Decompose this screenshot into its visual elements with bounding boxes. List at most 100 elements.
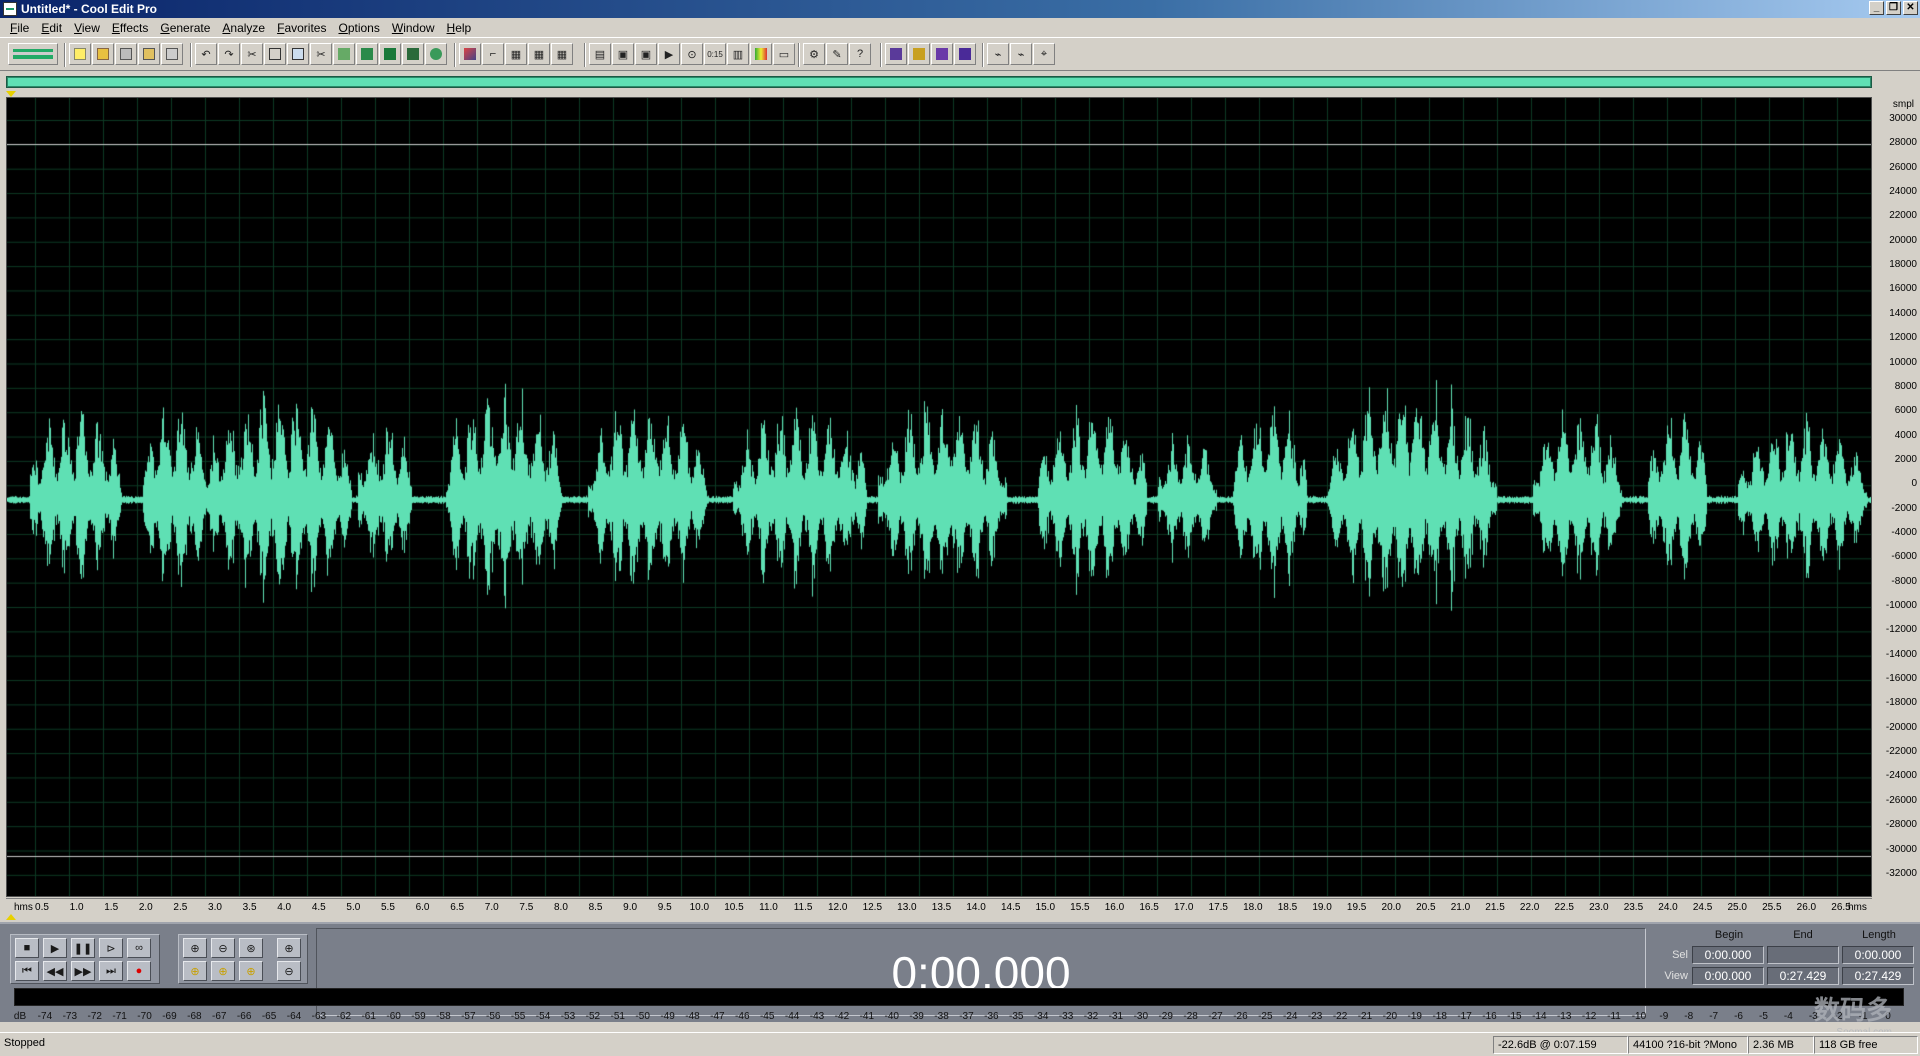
view-end-field[interactable]: 0:27.429	[1767, 967, 1839, 985]
settings-icon[interactable]: ⚙	[803, 43, 825, 65]
convert-icon[interactable]	[402, 43, 424, 65]
record-to-file-icon[interactable]	[379, 43, 401, 65]
grid-icon-3[interactable]: ▦	[551, 43, 573, 65]
time-tick-label: 13.5	[931, 902, 952, 913]
insert-icon[interactable]	[356, 43, 378, 65]
cue-icon[interactable]	[425, 43, 447, 65]
meter-tick-label: -50	[635, 1011, 650, 1022]
sel-end-field[interactable]	[1767, 946, 1839, 964]
save-icon[interactable]	[115, 43, 137, 65]
time-tick-label: 7.5	[519, 902, 534, 913]
time-format-icon[interactable]: 0:15	[704, 43, 726, 65]
stop-button[interactable]: ■	[15, 938, 39, 958]
save-all-icon[interactable]	[138, 43, 160, 65]
multitrack-toggle-button[interactable]	[8, 43, 58, 65]
new-file-icon[interactable]	[69, 43, 91, 65]
envelope-icon[interactable]	[459, 43, 481, 65]
script-icon[interactable]: ✎	[826, 43, 848, 65]
time-tick-label: 3.5	[242, 902, 257, 913]
menu-favorites[interactable]: Favorites	[271, 21, 332, 35]
analyze-icon-2[interactable]: ⌁	[1010, 43, 1032, 65]
grid-icon-2[interactable]: ▦	[528, 43, 550, 65]
overview-bar[interactable]	[6, 76, 1872, 88]
paste-icon[interactable]	[287, 43, 309, 65]
redo-icon[interactable]: ↷	[218, 43, 240, 65]
time-ruler[interactable]: hms hms 0.5 1.0 1.5 2.0 2.5 3.0 3.5 4.0 4.5 5.0 5.…	[6, 898, 1872, 916]
analyze-icon-1[interactable]: ⌁	[987, 43, 1009, 65]
play-button[interactable]: ▶	[43, 938, 67, 958]
menu-file[interactable]: File	[4, 21, 35, 35]
zoom-full-icon[interactable]: ⊛	[239, 938, 263, 958]
copy-icon[interactable]	[264, 43, 286, 65]
help-icon[interactable]: ?	[849, 43, 871, 65]
go-to-end-button[interactable]: ⏭	[99, 961, 123, 981]
go-to-start-button[interactable]: ⏮	[15, 961, 39, 981]
cut-icon[interactable]: ✂	[241, 43, 263, 65]
info-panel-icon[interactable]: ▭	[773, 43, 795, 65]
sel-begin-field[interactable]: 0:00.000	[1692, 946, 1764, 964]
restore-button[interactable]: ❐	[1886, 1, 1901, 15]
view-begin-field[interactable]: 0:00.000	[1692, 967, 1764, 985]
meter-tick-label: -59	[411, 1011, 426, 1022]
app-icon[interactable]	[3, 2, 17, 16]
menu-edit[interactable]: Edit	[35, 21, 68, 35]
marker-icon-3[interactable]	[931, 43, 953, 65]
fast-forward-button[interactable]: ▶▶	[71, 961, 95, 981]
level-icon[interactable]	[750, 43, 772, 65]
zoom-to-right-icon[interactable]: ⊕	[211, 961, 235, 981]
waveform-canvas[interactable]	[7, 98, 1871, 896]
zoom-in-icon[interactable]: ⊕	[183, 938, 207, 958]
menu-generate[interactable]: Generate	[154, 21, 216, 35]
menu-options[interactable]: Options	[332, 21, 385, 35]
play-preview-icon[interactable]: ▶	[658, 43, 680, 65]
close-file-icon[interactable]	[161, 43, 183, 65]
zoom-selection-icon[interactable]: ⊕	[239, 961, 263, 981]
menu-effects[interactable]: Effects	[106, 21, 154, 35]
meter-tick-label: -32	[1083, 1011, 1099, 1022]
scan-icon[interactable]: ⊙	[681, 43, 703, 65]
minimize-button[interactable]: _	[1869, 1, 1884, 15]
amplitude-tick: -12000	[1885, 624, 1917, 636]
menu-window[interactable]: Window	[386, 21, 441, 35]
play-to-end-button[interactable]: ⊳	[99, 938, 123, 958]
analyze-icon-3[interactable]: ⌖	[1033, 43, 1055, 65]
grid-icon-1[interactable]: ▦	[505, 43, 527, 65]
zoom-out-vertical-icon[interactable]: ⊖	[277, 961, 301, 981]
open-file-icon[interactable]	[92, 43, 114, 65]
loop-button[interactable]: ∞	[127, 938, 151, 958]
level-meter	[14, 988, 1904, 1006]
status-level: -22.6dB @ 0:07.159	[1493, 1036, 1628, 1054]
zoom-in-vertical-icon[interactable]: ⊕	[277, 938, 301, 958]
pause-button[interactable]: ❚❚	[71, 938, 95, 958]
overview-range[interactable]	[8, 78, 1870, 86]
meter-tick-label: -71	[112, 1011, 127, 1022]
trim-icon[interactable]: ✂	[310, 43, 332, 65]
time-tick-label: 17.0	[1173, 902, 1194, 913]
meter-tick-label: -49	[660, 1011, 675, 1022]
zoom-to-left-icon[interactable]: ⊕	[183, 961, 207, 981]
menu-view[interactable]: View	[68, 21, 106, 35]
marker-icon-4[interactable]	[954, 43, 976, 65]
rewind-button[interactable]: ◀◀	[43, 961, 67, 981]
waveform-view-icon[interactable]: ▣	[612, 43, 634, 65]
frequency-icon[interactable]: ▣	[635, 43, 657, 65]
menu-help[interactable]: Help	[441, 21, 478, 35]
meter-tick-label: -67	[212, 1011, 227, 1022]
waveform-display[interactable]	[6, 97, 1872, 897]
view-length-field[interactable]: 0:27.429	[1842, 967, 1914, 985]
bars-icon[interactable]: ▥	[727, 43, 749, 65]
menu-analyze[interactable]: Analyze	[216, 21, 271, 35]
meter-tick-label: -51	[610, 1011, 625, 1022]
record-button[interactable]: ●	[127, 961, 151, 981]
mix-paste-icon[interactable]	[333, 43, 355, 65]
close-button[interactable]: ✕	[1903, 1, 1918, 15]
marker-icon-2[interactable]	[908, 43, 930, 65]
marker-icon-1[interactable]	[885, 43, 907, 65]
start-marker-bottom[interactable]	[6, 914, 16, 920]
meter-tick-label: -53	[560, 1011, 576, 1022]
fade-icon[interactable]: ⌐	[482, 43, 504, 65]
zoom-out-icon[interactable]: ⊖	[211, 938, 235, 958]
spectral-view-icon[interactable]: ▤	[589, 43, 611, 65]
undo-icon[interactable]: ↶	[195, 43, 217, 65]
sel-length-field[interactable]: 0:00.000	[1842, 946, 1914, 964]
